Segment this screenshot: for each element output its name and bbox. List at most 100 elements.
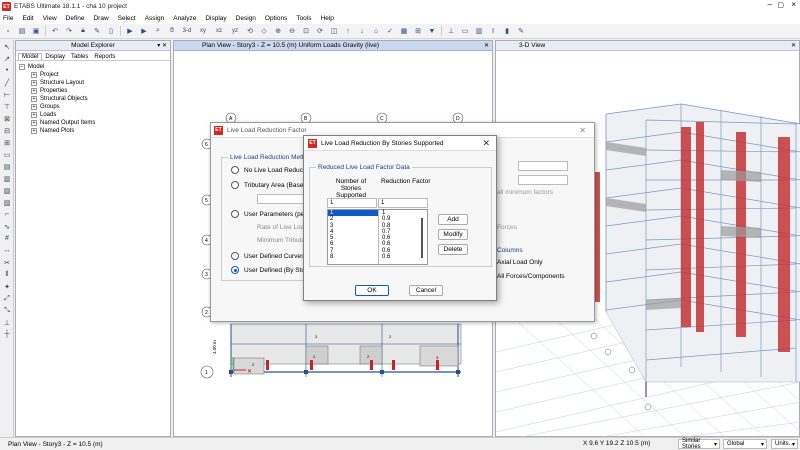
zoom-out-icon[interactable]: ⊖ — [287, 26, 297, 36]
line-draw-icon[interactable]: ╱ — [2, 78, 12, 87]
tree-item-loads[interactable]: + Loads — [19, 111, 170, 119]
menu-display[interactable]: Display — [205, 15, 226, 22]
expand-icon[interactable]: + — [31, 112, 37, 118]
maximize-icon[interactable]: ▢ — [777, 1, 784, 9]
dimension-draw-icon[interactable]: ↔ — [2, 246, 12, 255]
menu-tools[interactable]: Tools — [296, 15, 311, 22]
tab-model[interactable]: Model — [18, 53, 43, 60]
pencil-icon[interactable]: ✎ — [92, 26, 102, 36]
tree-item-structure-layout[interactable]: + Structure Layout — [19, 79, 170, 87]
joint-icon[interactable]: ⊞ — [413, 26, 423, 36]
run-icon[interactable]: ▶ — [125, 26, 135, 36]
pointer-icon[interactable]: ↖ — [2, 42, 12, 51]
pan-icon[interactable]: ✋︎ — [167, 26, 177, 36]
tree-item-structural-objects[interactable]: + Structural Objects — [19, 95, 170, 103]
joint-draw-icon[interactable]: • — [2, 66, 12, 75]
tab-reports[interactable]: Reports — [91, 54, 118, 60]
3d-view-close-icon[interactable]: ✕ — [791, 42, 796, 49]
tendon-draw-icon[interactable]: ∿ — [2, 222, 12, 231]
expand-icon[interactable]: + — [31, 88, 37, 94]
radio-icon[interactable] — [231, 252, 239, 260]
menu-analyze[interactable]: Analyze — [173, 15, 196, 22]
wall-draw-icon[interactable]: ▥ — [2, 174, 12, 183]
lock-run-icon[interactable]: ▶ — [139, 26, 149, 36]
menu-help[interactable]: Help — [321, 15, 334, 22]
frame-draw-icon[interactable]: ⊟ — [2, 126, 12, 135]
ok-button[interactable]: OK — [355, 285, 389, 296]
wall-stack-icon[interactable]: ⫴ — [2, 270, 12, 279]
3d-view-icon[interactable]: 3-d — [181, 26, 193, 36]
menu-options[interactable]: Options — [265, 15, 287, 22]
plan-view-close-icon[interactable]: ✕ — [484, 42, 489, 49]
tree-item-named-plots[interactable]: + Named Plots — [19, 127, 170, 135]
area-draw-icon[interactable]: ▨ — [2, 198, 12, 207]
factor-input-1[interactable] — [518, 161, 568, 171]
factor-input[interactable]: 1 — [378, 198, 428, 208]
snap-grid-icon[interactable]: ┼ — [2, 330, 12, 339]
new-icon[interactable]: ▫ — [3, 26, 13, 36]
menu-assign[interactable]: Assign — [145, 15, 165, 22]
beam-draw-icon[interactable]: ⊢ — [2, 90, 12, 99]
list-item[interactable]: 8 — [328, 254, 378, 260]
snap-perp-icon[interactable]: ⊥ — [2, 318, 12, 327]
frame-icon[interactable]: ⌂ — [371, 26, 381, 36]
expand-icon[interactable]: + — [31, 128, 37, 134]
factor-input-2[interactable] — [518, 175, 568, 185]
menu-edit[interactable]: Edit — [22, 15, 33, 22]
plan-view-icon[interactable]: xy — [197, 26, 209, 36]
opening-draw-icon[interactable]: ▧ — [2, 186, 12, 195]
menu-draw[interactable]: Draw — [93, 15, 108, 22]
axial-load-option[interactable]: Axial Load Only — [497, 259, 543, 266]
down-arrow-icon[interactable]: ↓ — [357, 26, 367, 36]
list-scrollbar[interactable] — [421, 218, 423, 258]
collapse-icon[interactable]: − — [19, 64, 25, 70]
up-arrow-icon[interactable]: ↑ — [343, 26, 353, 36]
expand-icon[interactable]: + — [31, 72, 37, 78]
open-icon[interactable]: ▤ — [17, 26, 27, 36]
tree-root[interactable]: − Model — [19, 63, 170, 71]
section-icon[interactable]: ▭ — [460, 26, 470, 36]
rotate-icon[interactable]: ⟲ — [245, 26, 255, 36]
lock-icon[interactable]: 🔒︎ — [78, 26, 88, 36]
zoom-window-icon[interactable]: ⊡ — [301, 26, 311, 36]
close-window-icon[interactable]: × — [791, 0, 796, 9]
radio-selected-icon[interactable] — [231, 266, 239, 274]
brace-draw-icon[interactable]: ⊠ — [2, 114, 12, 123]
coordinate-system-dropdown[interactable]: Global — [723, 439, 767, 449]
list-item[interactable]: 0.6 — [380, 254, 420, 260]
stories-input[interactable]: 1 — [327, 198, 377, 208]
perspective-icon[interactable]: ◇ — [259, 26, 269, 36]
check-icon[interactable]: ✓ — [385, 26, 395, 36]
modify-button[interactable]: Modify — [438, 229, 468, 240]
factor-list[interactable]: 1 2 3 4 5 6 7 8 1 0.9 0.8 0.7 0.6 0.6 0.… — [327, 209, 428, 265]
filter-icon[interactable]: ▼ — [427, 26, 437, 36]
elevation-yz-icon[interactable]: yz — [229, 26, 241, 36]
menu-design[interactable]: Design — [236, 15, 256, 22]
expand-icon[interactable]: + — [31, 120, 37, 126]
tree-item-groups[interactable]: + Groups — [19, 103, 170, 111]
reshape-icon[interactable]: ↗ — [2, 54, 12, 63]
radio-no-reduction[interactable]: No Live Load Reduction — [231, 166, 313, 174]
load-icon[interactable]: ✎ — [516, 26, 526, 36]
column-draw-icon[interactable]: ⊤ — [2, 102, 12, 111]
floor-draw-icon[interactable]: ▤ — [2, 162, 12, 171]
delete-button[interactable]: Delete — [438, 244, 468, 255]
panel-close-icon[interactable]: ▾ ✕ — [157, 42, 167, 49]
redo-icon[interactable]: ↷ — [64, 26, 74, 36]
tree-item-project[interactable]: + Project — [19, 71, 170, 79]
trash-icon[interactable]: ▯ — [106, 26, 116, 36]
undo-icon[interactable]: ↶ — [50, 26, 60, 36]
section-cut-icon[interactable]: ✂ — [2, 258, 12, 267]
save-icon[interactable]: ▣ — [31, 26, 41, 36]
menu-define[interactable]: Define — [66, 15, 85, 22]
radio-icon[interactable] — [231, 166, 239, 174]
radio-icon[interactable] — [231, 210, 239, 218]
rect-draw-icon[interactable]: ▭ — [2, 150, 12, 159]
tree-item-properties[interactable]: + Properties — [19, 87, 170, 95]
cancel-button[interactable]: Cancel — [409, 285, 443, 296]
refresh-icon[interactable]: ⟳ — [315, 26, 325, 36]
minimize-icon[interactable]: – — [768, 0, 772, 9]
snap-icon[interactable]: ✦ — [2, 282, 12, 291]
menu-file[interactable]: File — [3, 15, 13, 22]
expand-icon[interactable]: + — [31, 80, 37, 86]
